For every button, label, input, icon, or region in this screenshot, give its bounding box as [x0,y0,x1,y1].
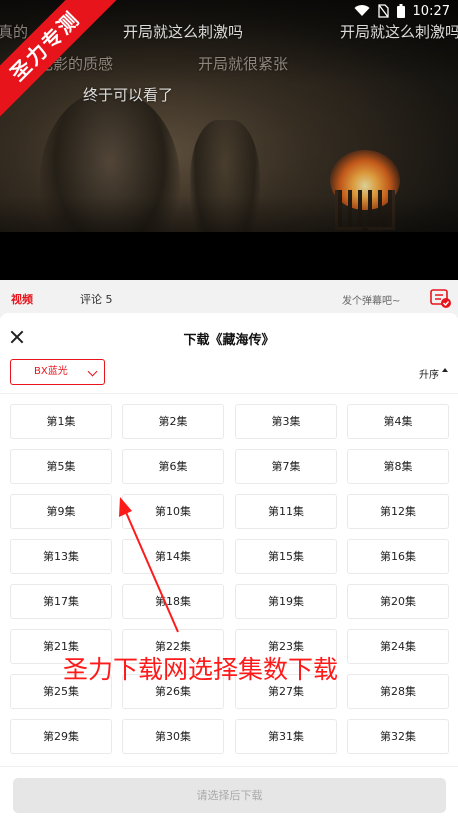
danmaku-text: 开局就很紧张 [198,55,289,73]
episode-button[interactable]: 第13集 [10,539,112,574]
tab-comments[interactable]: 评论 5 [80,291,113,307]
episode-button[interactable]: 第7集 [235,449,337,484]
episode-button[interactable]: 第14集 [122,539,224,574]
sort-label: 升序 [419,370,439,381]
danmu-input[interactable]: 发个弹幕吧~ [342,292,400,307]
episode-button[interactable]: 第11集 [235,494,337,529]
download-button[interactable]: 请选择后下载 [13,778,446,813]
episode-button[interactable]: 第15集 [235,539,337,574]
episode-button[interactable]: 第2集 [122,404,224,439]
episode-button[interactable]: 第18集 [122,584,224,619]
sort-toggle[interactable]: 升序 [419,366,448,381]
danmu-toggle-icon[interactable] [430,289,452,309]
episode-button[interactable]: 第6集 [122,449,224,484]
chevron-down-icon [87,366,98,377]
danmaku-text: 开局就这么刺激吗 [340,23,458,41]
episode-button[interactable]: 第24集 [347,629,449,664]
wifi-icon [354,5,370,17]
panel-title: 下载《藏海传》 [183,333,275,348]
episode-button[interactable]: 第4集 [347,404,449,439]
download-panel: 下载《藏海传》 BX蓝光 升序 第1集 第2集 第3集 第4集第5集 第6集 第7集 第8集… [0,313,458,820]
episode-button[interactable]: 第3集 [235,404,337,439]
video-letterbox [0,232,458,280]
battery-icon [396,4,405,18]
episode-button[interactable]: 第16集 [347,539,449,574]
episode-button[interactable]: 第20集 [347,584,449,619]
tab-video[interactable]: 视频 [11,291,33,307]
episode-button[interactable]: 第29集 [10,719,112,754]
annotation-text: 圣力下载网选择集数下载 [63,655,339,684]
episode-button[interactable]: 第12集 [347,494,449,529]
episode-button[interactable]: 第5集 [10,449,112,484]
episode-button[interactable]: 第1集 [10,404,112,439]
danmaku-text: 开局就这么刺激吗 [123,23,244,41]
episode-button[interactable]: 第31集 [235,719,337,754]
status-time: 10:27 [412,3,450,19]
quality-select[interactable]: BX蓝光 [10,359,105,385]
episode-button[interactable]: 第30集 [122,719,224,754]
watermark-ribbon: 圣力专测 [0,0,120,120]
episode-button[interactable]: 第8集 [347,449,449,484]
bottom-bar: 请选择后下载 [0,766,458,820]
watermark-text: 圣力专测 [0,0,118,119]
episode-button[interactable]: 第32集 [347,719,449,754]
divider [0,393,458,394]
episode-button[interactable]: 第28集 [347,674,449,709]
episode-button[interactable]: 第10集 [122,494,224,529]
no-sim-icon [377,4,389,18]
status-bar: 10:27 [354,2,450,20]
quality-select-value: BX蓝光 [34,366,68,377]
episode-button[interactable]: 第17集 [10,584,112,619]
episode-button[interactable]: 第9集 [10,494,112,529]
sort-arrow-icon [442,368,448,372]
episode-button[interactable]: 第19集 [235,584,337,619]
